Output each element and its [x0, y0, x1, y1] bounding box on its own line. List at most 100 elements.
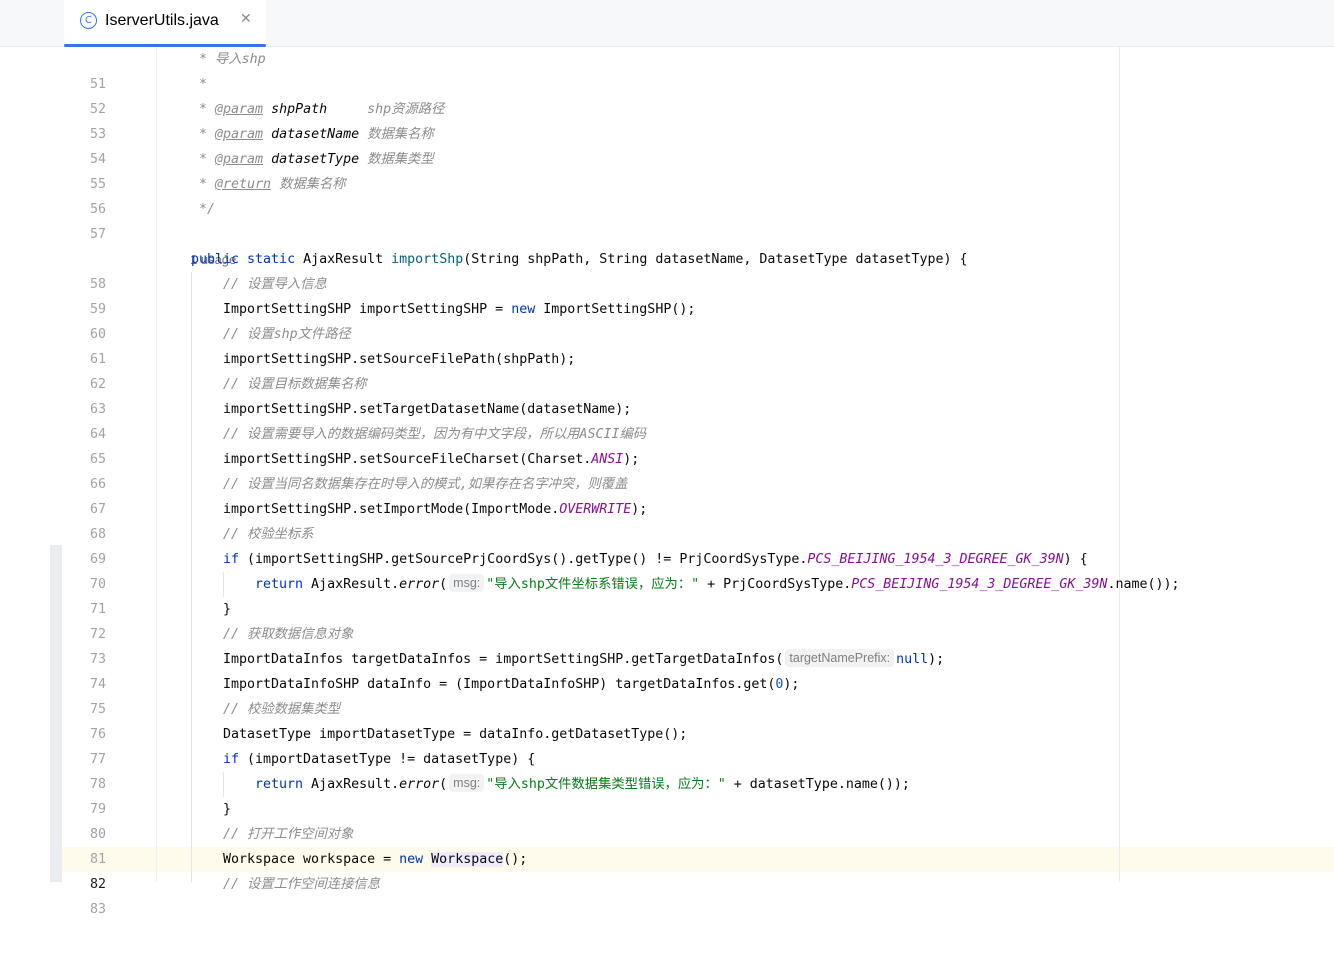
static-method: error — [399, 777, 440, 792]
code-token: importSettingSHP.setImportMode(ImportMod… — [223, 502, 560, 517]
javadoc-param: datasetName — [271, 127, 360, 142]
code-token: ImportSettingSHP(); — [535, 302, 696, 317]
javadoc-desc: 数据集名称 — [367, 127, 434, 142]
code-token: ImportDataInfos targetDataInfos = import… — [223, 652, 784, 667]
code-line: 72 } — [0, 597, 1334, 642]
javadoc-desc: 数据集名称 — [279, 177, 346, 192]
code-line: 60 ImportSettingSHP importSettingSHP = n… — [0, 297, 1334, 342]
code-comment: // 设置需要导入的数据编码类型，因为有中文字段，所以用ASCII编码 — [223, 427, 647, 442]
code-text: * 导入shp — [191, 52, 266, 67]
code-token: ImportSettingSHP importSettingSHP = — [223, 302, 512, 317]
code-line: 78 if (importDatasetType != datasetType)… — [0, 747, 1334, 792]
code-line: 61 // 设置shp文件路径 — [0, 322, 1334, 367]
code-token: (importSettingSHP.getSourcePrjCoordSys()… — [239, 552, 808, 567]
keyword: null — [896, 652, 929, 667]
keyword: public static — [191, 252, 296, 267]
keyword: new — [511, 302, 536, 317]
static-field: PCS_BEIJING_1954_3_DEGREE_GK_39N — [807, 552, 1064, 567]
code-line: 83 // 设置工作空间连接信息 — [0, 872, 1334, 917]
code-line: 54 * @param datasetName 数据集名称 — [0, 122, 1334, 167]
code-line-current: 82 Workspace workspace = new Workspace()… — [0, 847, 1334, 892]
code-line: 58 public static AjaxResult importShp(St… — [0, 247, 1334, 292]
code-line: 75 ImportDataInfoSHP dataInfo = (ImportD… — [0, 672, 1334, 717]
tab-iserverutils-java[interactable]: C IserverUtils.java ✕ — [64, 0, 266, 47]
code-text: Workspace workspace = new Workspace(); — [223, 847, 527, 872]
code-line: 81 // 打开工作空间对象 — [0, 822, 1334, 867]
javadoc-param: shpPath — [271, 102, 328, 117]
code-comment: // 设置导入信息 — [223, 277, 327, 292]
code-line: 67 // 设置当同名数据集存在时导入的模式,如果存在名字冲突，则覆盖 — [0, 472, 1334, 517]
code-text: return AjaxResult.error(msg: "导入shp文件坐标系错… — [255, 572, 1180, 597]
code-line: 64 importSettingSHP.setTargetDatasetName… — [0, 397, 1334, 442]
code-token: (String shpPath, String datasetName, Dat… — [463, 252, 968, 267]
code-text: * @param datasetName 数据集名称 — [199, 127, 434, 142]
javadoc-tag: @return — [215, 177, 272, 192]
code-token: importSettingSHP.setSourceFileCharset(Ch… — [223, 452, 592, 467]
code-token: Workspace workspace = — [223, 852, 400, 867]
code-comment: // 设置目标数据集名称 — [223, 377, 367, 392]
method-name: importShp — [391, 252, 464, 267]
javadoc-tag: @param — [215, 102, 264, 117]
code-line: 69 // 校验坐标系 — [0, 522, 1334, 567]
code-line: 66 importSettingSHP.setSourceFileCharset… — [0, 447, 1334, 492]
parameter-hint: msg: — [449, 774, 485, 792]
static-field: PCS_BEIJING_1954_3_DEGREE_GK_39N — [851, 577, 1108, 592]
code-token: (importDatasetType != datasetType) { — [239, 752, 536, 767]
static-method: error — [399, 577, 440, 592]
parameter-hint: targetNamePrefix: — [785, 649, 895, 667]
code-line: 70 if (importSettingSHP.getSourcePrjCoor… — [0, 547, 1334, 592]
code-line: 56 * @return 数据集名称 — [0, 172, 1334, 217]
tab-title: IserverUtils.java — [105, 12, 219, 29]
code-text: importSettingSHP.setTargetDatasetName(da… — [223, 402, 632, 417]
code-comment: // 获取数据信息对象 — [223, 627, 354, 642]
static-field: OVERWRITE — [559, 502, 632, 517]
code-comment: // 设置当同名数据集存在时导入的模式,如果存在名字冲突，则覆盖 — [223, 477, 628, 492]
line-number: 83 — [89, 902, 106, 917]
code-token: ImportDataInfoSHP dataInfo = (ImportData… — [223, 677, 776, 692]
code-line: 53 * @param shpPath shp资源路径 — [0, 97, 1334, 142]
code-text: importSettingSHP.setSourceFileCharset(Ch… — [223, 447, 639, 472]
code-text: * @return 数据集名称 — [199, 177, 346, 192]
code-token: .name()); — [1107, 577, 1180, 592]
code-token: ); — [623, 452, 640, 467]
code-token: (); — [503, 852, 528, 867]
parameter-hint: msg: — [449, 574, 485, 592]
code-line: 77 DatasetType importDatasetType = dataI… — [0, 722, 1334, 767]
highlighted-symbol: Workspace — [431, 852, 504, 867]
code-token: ); — [631, 502, 648, 517]
code-text: DatasetType importDatasetType = dataInfo… — [223, 727, 688, 742]
code-comment: // 校验数据集类型 — [223, 702, 341, 717]
code-comment: // 设置shp文件路径 — [223, 327, 351, 342]
keyword: return — [255, 577, 304, 592]
code-text: ImportSettingSHP importSettingSHP = new … — [223, 297, 695, 322]
close-icon[interactable]: ✕ — [240, 11, 252, 27]
code-vision-row: 1 usage — [0, 222, 1334, 267]
code-token: AjaxResult. — [303, 777, 400, 792]
code-comment: // 打开工作空间对象 — [223, 827, 354, 842]
javadoc-param: datasetType — [271, 152, 360, 167]
code-comment: // 设置工作空间连接信息 — [223, 877, 380, 892]
code-line: 57 */ — [0, 197, 1334, 242]
javadoc-desc: 数据集类型 — [367, 152, 434, 167]
string-literal: "导入shp文件数据集类型错误，应为：" — [486, 777, 726, 792]
code-text: */ — [191, 202, 216, 217]
code-line: 63 // 设置目标数据集名称 — [0, 372, 1334, 417]
code-line: 73 // 获取数据信息对象 — [0, 622, 1334, 667]
code-line: 59 // 设置导入信息 — [0, 272, 1334, 317]
javadoc-tag: @param — [215, 127, 264, 142]
code-text: if (importDatasetType != datasetType) { — [223, 747, 535, 772]
code-line: 71 return AjaxResult.error(msg: "导入shp文件坐… — [0, 572, 1334, 617]
keyword: if — [223, 752, 240, 767]
code-text: importSettingSHP.setImportMode(ImportMod… — [223, 497, 647, 522]
keyword: return — [255, 777, 304, 792]
code-text: return AjaxResult.error(msg: "导入shp文件数据集类… — [255, 772, 910, 797]
code-line: 51 * 导入shp — [0, 47, 1334, 92]
code-line: 79 return AjaxResult.error(msg: "导入shp文件数… — [0, 772, 1334, 817]
code-token: ( — [439, 777, 448, 792]
code-text: * @param datasetType 数据集类型 — [199, 152, 434, 167]
code-token: ); — [928, 652, 945, 667]
code-line: 65 // 设置需要导入的数据编码类型，因为有中文字段，所以用ASCII编码 — [0, 422, 1334, 467]
code-text: public static AjaxResult importShp(Strin… — [191, 247, 968, 272]
code-editor[interactable]: 51 * 导入shp 52 * 53 * @param shpPath shp资… — [0, 47, 1334, 917]
